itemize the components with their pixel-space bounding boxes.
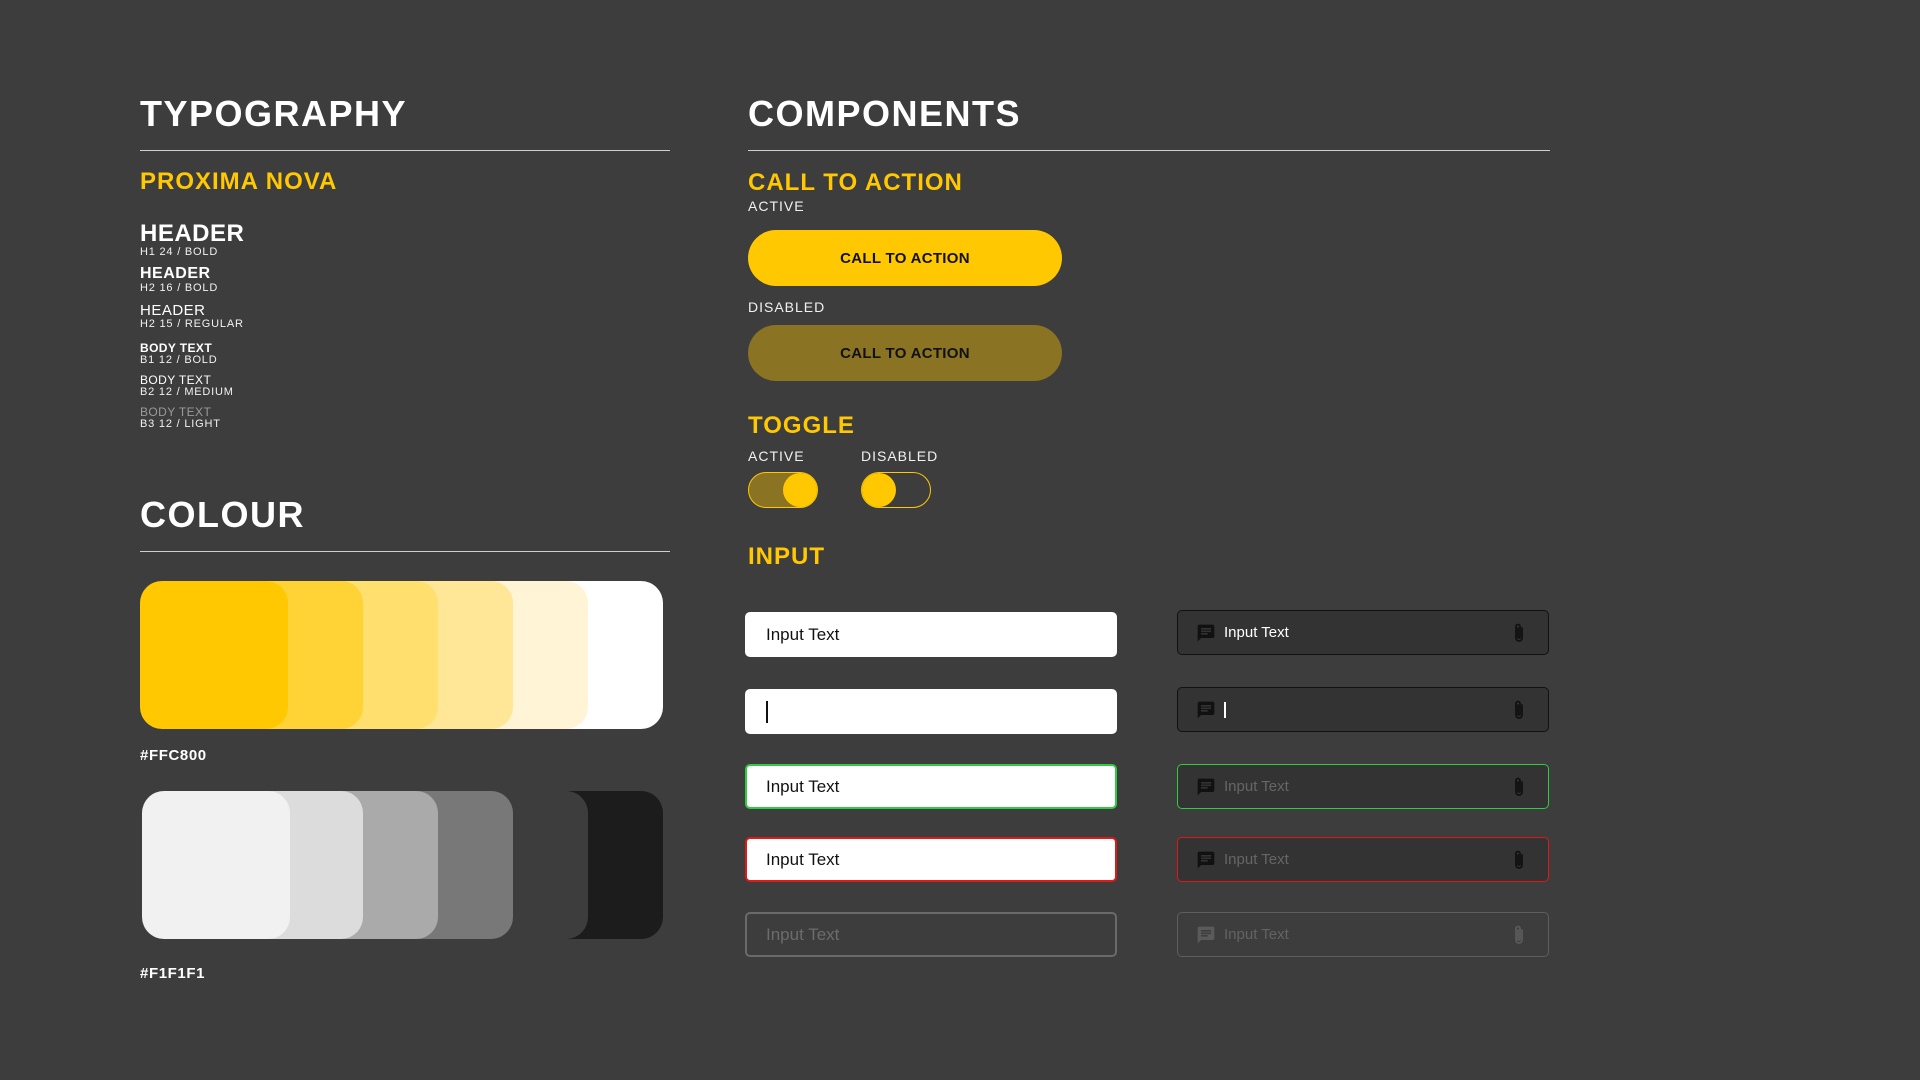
type-sample-name: HEADER [140, 220, 245, 247]
type-sample-h2-regular: HEADER H2 15 / REGULAR [140, 303, 244, 330]
paperclip-icon[interactable] [1512, 699, 1526, 721]
paperclip-icon[interactable] [1512, 849, 1526, 871]
toggle-active-label: ACTIVE [748, 448, 805, 464]
swatch [140, 581, 288, 729]
paperclip-icon[interactable] [1512, 776, 1526, 798]
cta-title: CALL TO ACTION [748, 169, 963, 196]
primary-swatch-row [140, 581, 663, 729]
neutral-hex-label: #F1F1F1 [140, 965, 206, 982]
input-placeholder: Input Text [1224, 926, 1289, 943]
input-success[interactable]: Input Text [745, 764, 1117, 809]
typography-divider [140, 150, 670, 151]
paperclip-icon [1512, 924, 1526, 946]
chat-input-error[interactable]: Input Text [1177, 837, 1549, 882]
chat-input-focused[interactable] [1177, 687, 1549, 732]
components-title: COMPONENTS [748, 93, 1022, 134]
toggle-disabled-label: DISABLED [861, 448, 939, 464]
colour-title: COLOUR [140, 494, 305, 535]
toggle-active[interactable] [748, 472, 818, 508]
toggle-disabled[interactable] [861, 472, 931, 508]
primary-hex-label: #FFC800 [140, 747, 207, 764]
input-value: Input Text [766, 849, 840, 869]
input-value: Input Text [1224, 624, 1289, 641]
message-icon [1196, 623, 1216, 643]
components-divider [748, 150, 1550, 151]
input-placeholder: Input Text [1224, 778, 1289, 795]
swatch [142, 791, 290, 939]
type-sample-spec: H1 24 / BOLD [140, 246, 219, 258]
cta-disabled-label: DISABLED [748, 299, 826, 315]
input-value: Input Text [766, 624, 840, 644]
message-icon [1196, 777, 1216, 797]
typography-title: TYPOGRAPHY [140, 93, 408, 134]
input-placeholder: Input Text [766, 924, 840, 944]
toggle-knob [783, 473, 817, 507]
cta-active-label: ACTIVE [748, 198, 805, 214]
chat-input-default[interactable]: Input Text [1177, 610, 1549, 655]
input-focused[interactable] [745, 689, 1117, 734]
colour-divider [140, 551, 670, 552]
type-sample-name: BODY TEXT [140, 405, 212, 419]
type-sample-h2-bold: HEADER H2 16 / BOLD [140, 266, 218, 294]
chat-input-success[interactable]: Input Text [1177, 764, 1549, 809]
type-sample-name: BODY TEXT [140, 373, 212, 387]
text-caret [1224, 701, 1226, 718]
message-icon [1196, 700, 1216, 720]
type-sample-spec: B3 12 / LIGHT [140, 418, 221, 430]
toggle-title: TOGGLE [748, 412, 855, 439]
type-sample-spec: H2 16 / BOLD [140, 282, 219, 294]
cta-button-active[interactable]: CALL TO ACTION [748, 230, 1062, 286]
message-icon [1196, 850, 1216, 870]
input-value: Input Text [766, 776, 840, 796]
type-sample-name: HEADER [140, 302, 206, 319]
input-placeholder: Input Text [1224, 851, 1289, 868]
font-name: PROXIMA NOVA [140, 168, 338, 195]
type-sample-spec: B2 12 / MEDIUM [140, 386, 234, 398]
toggle-knob [862, 473, 896, 507]
type-sample-b3: BODY TEXT B3 12 / LIGHT [140, 406, 221, 430]
neutral-swatch-row [142, 791, 665, 939]
cta-button-disabled: CALL TO ACTION [748, 325, 1062, 381]
type-sample-b2: BODY TEXT B2 12 / MEDIUM [140, 374, 234, 398]
text-caret [766, 700, 768, 723]
type-sample-spec: B1 12 / BOLD [140, 354, 218, 366]
type-sample-name: BODY TEXT [140, 341, 213, 355]
type-sample-name: HEADER [140, 265, 211, 282]
type-sample-spec: H2 15 / REGULAR [140, 318, 244, 330]
input-title: INPUT [748, 543, 825, 570]
input-disabled: Input Text [745, 912, 1117, 957]
type-sample-b1: BODY TEXT B1 12 / BOLD [140, 342, 217, 366]
paperclip-icon[interactable] [1512, 622, 1526, 644]
message-icon [1196, 925, 1216, 945]
chat-input-disabled: Input Text [1177, 912, 1549, 957]
input-error[interactable]: Input Text [745, 837, 1117, 882]
type-sample-h1: HEADER H1 24 / BOLD [140, 222, 244, 258]
input-default[interactable]: Input Text [745, 612, 1117, 657]
